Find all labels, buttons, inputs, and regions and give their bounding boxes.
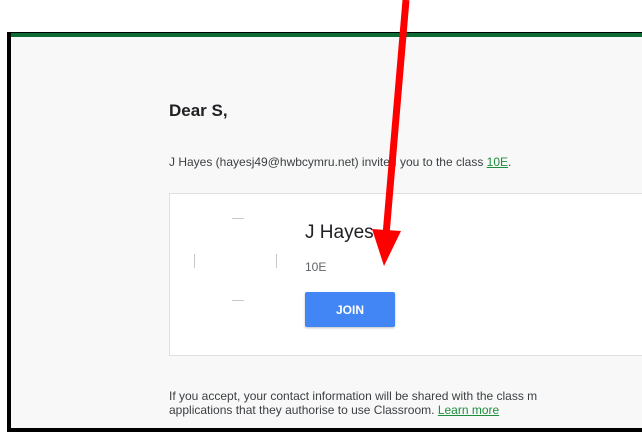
invite-text: J Hayes (hayesj49@hwbcymru.net) invited … [169, 155, 487, 169]
join-button[interactable]: JOIN [305, 292, 395, 327]
class-name: 10E [305, 260, 327, 274]
teacher-name: J Hayes [305, 222, 374, 243]
email-window: Dear S, J Hayes (hayesj49@hwbcymru.net) … [7, 32, 642, 432]
footer-line-1: If you accept, your contact information … [169, 389, 538, 403]
invite-line: J Hayes (hayesj49@hwbcymru.net) invited … [169, 155, 511, 169]
footer-text: If you accept, your contact information … [169, 389, 537, 417]
footer-line-2: applications that they authorise to use … [169, 403, 537, 417]
learn-more-link[interactable]: Learn more [438, 403, 499, 417]
invite-suffix: . [508, 155, 512, 169]
greeting: Dear S, [169, 101, 228, 120]
class-card: J Hayes 10E JOIN [169, 193, 642, 356]
class-avatar-icon [194, 218, 278, 302]
footer-line-2-text: applications that they authorise to use … [169, 403, 438, 417]
email-body: Dear S, J Hayes (hayesj49@hwbcymru.net) … [11, 37, 642, 428]
class-link[interactable]: 10E [487, 155, 508, 169]
